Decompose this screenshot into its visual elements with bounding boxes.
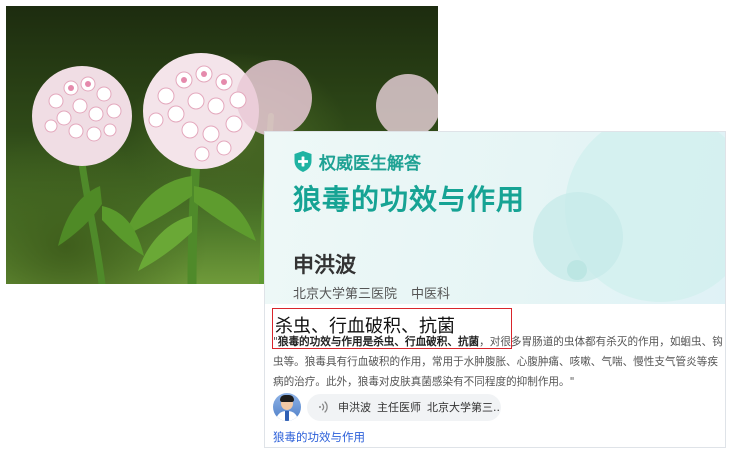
audio-doctor-title: 主任医师 [377,401,421,414]
answer-banner: 权威医生解答 狼毒的功效与作用 申洪波 北京大学第三医院 中医科 [265,132,725,304]
answer-card[interactable]: 权威医生解答 狼毒的功效与作用 申洪波 北京大学第三医院 中医科 杀虫、行血破积、… [264,131,726,448]
doctor-audio-row[interactable]: 申洪波 主任医师 北京大学第三... [273,393,501,421]
card-title[interactable]: 狼毒的功效与作用 [293,178,525,218]
department-name: 中医科 [411,287,451,302]
banner-decoration [567,260,587,280]
audio-answer-button[interactable]: 申洪波 主任医师 北京大学第三... [307,393,501,421]
shield-plus-icon [294,151,312,172]
doctor-affiliation: 北京大学第三医院 中医科 [293,283,450,302]
badge-label: 权威医生解答 [319,154,421,174]
sound-wave-icon [319,401,328,413]
related-topic-link[interactable]: 狼毒的功效与作用 [273,429,365,445]
answer-bold-summary: 狼毒的功效与作用是杀虫、行血破积、抗菌 [277,336,480,348]
answer-text: "狼毒的功效与作用是杀虫、行血破积、抗菌，对很多胃肠道的虫体都有杀灭的作用，如蛔… [273,332,725,392]
authority-badge: 权威医生解答 [293,149,421,174]
audio-doctor-hospital: 北京大学第三... [427,401,501,414]
avatar[interactable] [273,393,301,421]
hospital-name: 北京大学第三医院 [293,287,398,302]
audio-doctor-name: 申洪波 [338,401,371,414]
doctor-name: 申洪波 [293,253,356,277]
